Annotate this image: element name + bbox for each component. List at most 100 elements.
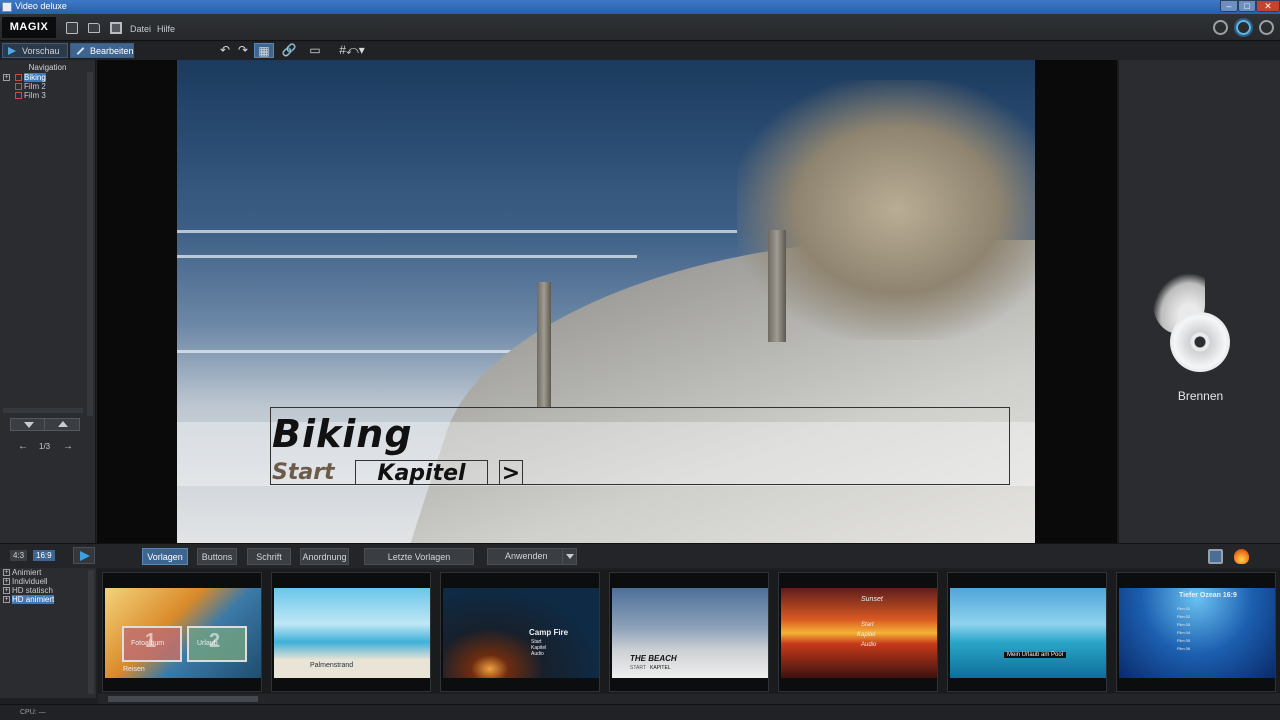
grid-options-icon[interactable]: #⤺▾ <box>335 43 369 58</box>
dvd-menu-title[interactable]: Biking <box>272 412 413 456</box>
ratio-16-9-button[interactable]: 16:9 <box>33 550 55 561</box>
app-window: Video deluxe – □ ✕ MAGIX Datei Hilfe Vor… <box>0 0 1280 720</box>
template-thumb-the-beach[interactable]: THE BEACH START KAPITEL <box>609 572 769 692</box>
template-thumb-camp-fire[interactable]: Camp Fire Start Kapitel Audio <box>440 572 600 692</box>
template-thumb-sunset[interactable]: Sunset Start Kapitel Audio <box>778 572 938 692</box>
navigation-vertical-scrollbar[interactable] <box>87 72 93 416</box>
menu-bar: MAGIX Datei Hilfe <box>0 14 1280 41</box>
link-icon[interactable]: 🔗 <box>279 43 299 58</box>
thumb-image: Camp Fire Start Kapitel Audio <box>443 588 599 678</box>
expand-icon[interactable]: + <box>3 596 10 603</box>
wave-foam <box>177 255 637 258</box>
maximize-button[interactable]: □ <box>1238 0 1256 12</box>
tab-preview-label: Vorschau <box>22 46 60 56</box>
safe-area-icon[interactable]: ▭ <box>305 43 325 58</box>
thumb-caption: THE BEACH <box>630 654 677 663</box>
tab-edit-label: Bearbeiten <box>90 46 134 56</box>
export-icon[interactable] <box>1208 549 1223 564</box>
select-layout-icon[interactable]: ▦ <box>254 43 274 58</box>
burn-panel: Brennen <box>1117 60 1280 543</box>
tab-recent-templates[interactable]: Letzte Vorlagen <box>364 548 474 565</box>
expand-icon[interactable]: + <box>3 587 10 594</box>
preview-area: Biking Start Kapitel > <box>97 60 1117 543</box>
categories-scrollbar[interactable] <box>88 570 94 694</box>
thumb-caption: Palmenstrand <box>310 662 354 669</box>
template-thumb-palm-beach[interactable]: Palmenstrand <box>271 572 431 692</box>
category-hd-static[interactable]: + HD statisch <box>0 586 96 595</box>
template-thumb-pool[interactable]: Mein Urlaub am Pool <box>947 572 1107 692</box>
thumb-caption: Reisen <box>123 666 145 673</box>
open-folder-icon[interactable] <box>88 23 100 33</box>
page-up-button[interactable] <box>44 418 80 431</box>
play-icon <box>80 551 90 561</box>
settings-wheel-icon[interactable] <box>1213 20 1228 35</box>
window-title: Video deluxe <box>15 1 67 11</box>
navigation-horizontal-scrollbar[interactable] <box>3 408 83 413</box>
page-indicator: 1/3 <box>39 442 51 451</box>
template-thumb-travel[interactable]: 1 2 Fotoalbum Urlaub Reisen <box>102 572 262 692</box>
thumb-image: 1 2 Fotoalbum Urlaub Reisen <box>105 588 261 678</box>
film-checkbox-icon <box>15 83 22 90</box>
wave-foam <box>177 350 537 353</box>
share-icon[interactable] <box>1259 20 1274 35</box>
tab-preview[interactable]: Vorschau <box>2 43 68 58</box>
template-thumb-deep-ocean[interactable]: Tiefer Ozean 16:9 Film 01 Film 02 Film 0… <box>1116 572 1276 692</box>
new-document-icon[interactable] <box>66 22 78 34</box>
edit-tool-icon <box>76 47 85 55</box>
tab-edit[interactable]: Bearbeiten <box>70 43 134 58</box>
tree-item-label: Film 2 <box>24 82 46 91</box>
disc-icon[interactable] <box>1170 312 1230 372</box>
navigation-tree: + Biking Film 2 Film 3 <box>0 73 95 100</box>
thumbnails-scroll-thumb[interactable] <box>108 696 258 702</box>
app-icon <box>2 2 12 12</box>
dvd-chapter-button[interactable]: Kapitel <box>355 460 488 486</box>
tree-item-film-3[interactable]: Film 3 <box>0 91 95 100</box>
previous-page-arrow-icon[interactable]: ← <box>18 442 28 452</box>
dvd-start-button[interactable]: Start <box>272 460 335 485</box>
thumb-caption-b: Urlaub <box>197 640 218 647</box>
next-page-arrow-icon[interactable]: → <box>63 442 73 452</box>
thumb-image: Palmenstrand <box>274 588 430 678</box>
disc-mode-icon[interactable] <box>1236 20 1251 35</box>
apply-dropdown[interactable]: Anwenden <box>487 548 577 565</box>
chevron-down-icon[interactable] <box>562 549 576 564</box>
undo-icon[interactable]: ↶ <box>215 43 235 58</box>
thumb-image: THE BEACH START KAPITEL <box>612 588 768 678</box>
thumb-caption: Mein Urlaub am Pool <box>1004 652 1067 658</box>
category-label: Animiert <box>12 568 42 577</box>
thumbnails-scrollbar[interactable] <box>98 694 1280 704</box>
arrow-up-icon <box>58 421 68 427</box>
tab-buttons[interactable]: Buttons <box>197 548 237 565</box>
redo-icon[interactable]: ↷ <box>233 43 253 58</box>
preview-play-button[interactable] <box>73 547 95 564</box>
film-checkbox-icon <box>15 74 22 81</box>
tree-item-film-1[interactable]: Biking <box>0 73 95 82</box>
tab-font[interactable]: Schrift <box>247 548 291 565</box>
save-icon[interactable] <box>110 22 122 34</box>
burn-label[interactable]: Brennen <box>1119 389 1280 403</box>
menu-file[interactable]: Datei <box>130 24 151 34</box>
ratio-4-3-button[interactable]: 4:3 <box>10 550 28 561</box>
minimize-button[interactable]: – <box>1220 0 1238 12</box>
burn-flame-icon[interactable] <box>1234 549 1249 564</box>
cpu-indicator: CPU: — <box>20 709 46 716</box>
category-hd-animated[interactable]: + HD animiert <box>0 595 96 604</box>
tab-templates[interactable]: Vorlagen <box>142 548 188 565</box>
category-label: Individuell <box>12 577 48 586</box>
template-categories: + Animiert + Individuell + HD statisch +… <box>0 568 96 698</box>
category-animated[interactable]: + Animiert <box>0 568 96 577</box>
close-button[interactable]: ✕ <box>1256 0 1280 12</box>
magix-logo: MAGIX <box>2 17 56 38</box>
page-down-button[interactable] <box>10 418 46 431</box>
tab-arrangement[interactable]: Anordnung <box>300 548 349 565</box>
menu-help[interactable]: Hilfe <box>157 24 175 34</box>
thumb-caption: Tiefer Ozean 16:9 <box>1179 592 1237 599</box>
tree-item-film-2[interactable]: Film 2 <box>0 82 95 91</box>
dvd-next-button[interactable]: > <box>499 460 523 486</box>
play-icon <box>8 47 16 55</box>
expand-icon[interactable]: + <box>3 569 10 576</box>
category-individual[interactable]: + Individuell <box>0 577 96 586</box>
expand-icon[interactable]: + <box>3 578 10 585</box>
navigation-title: Navigation <box>28 63 67 72</box>
wave-foam <box>177 230 737 233</box>
